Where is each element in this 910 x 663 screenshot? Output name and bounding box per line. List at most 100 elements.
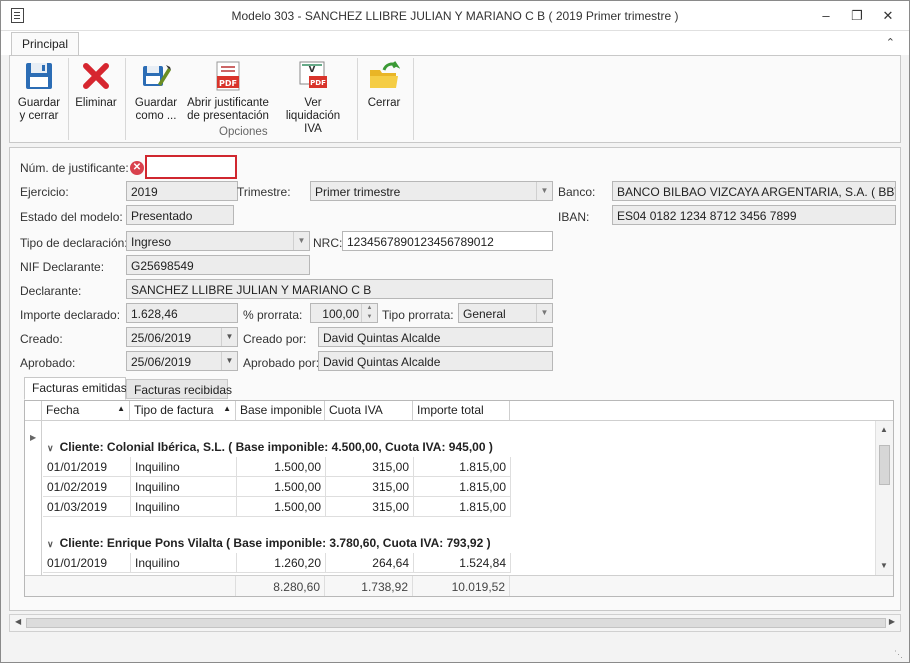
chevron-down-icon: ∨ bbox=[47, 443, 54, 453]
total-base: 8.280,60 bbox=[236, 576, 325, 596]
svg-text:PDF: PDF bbox=[219, 79, 237, 88]
tipo-prorrata-select[interactable]: General ▼ bbox=[458, 303, 553, 323]
invoices-grid: Fecha ▲ Tipo de factura ▲ Base imponible C… bbox=[24, 400, 894, 597]
nrc-label: NRC: bbox=[313, 236, 343, 250]
aprobado-label: Aprobado: bbox=[20, 356, 76, 370]
ver-liquidacion-label: Ver liquidación IVA bbox=[285, 97, 341, 135]
declarante-label: Declarante: bbox=[20, 284, 82, 298]
nrc-input[interactable]: 123456789012345678901​2 bbox=[342, 231, 553, 251]
total-importe: 10.019,52 bbox=[413, 576, 510, 596]
creado-label: Creado: bbox=[20, 332, 63, 346]
declarante-field: SANCHEZ LLIBRE JULIAN Y MARIANO C B bbox=[126, 279, 553, 299]
ribbon: Guardar y cerrar Eliminar Guardar como .… bbox=[9, 55, 901, 143]
banco-field: BANCO BILBAO VIZCAYA ARGENTARIA, S.A. ( … bbox=[612, 181, 896, 201]
row-indicator: ▶ bbox=[25, 421, 42, 575]
pdf-icon: PDF bbox=[212, 60, 244, 92]
prorrata-spinner[interactable]: 100,00 ▲ ▼ bbox=[310, 303, 378, 323]
column-header-cuota[interactable]: Cuota IVA bbox=[325, 401, 413, 421]
form-panel: Núm. de justificante: ✕ Ejercicio: 2019 … bbox=[9, 147, 901, 611]
save-close-label: Guardar y cerrar bbox=[17, 97, 61, 122]
open-justificante-button[interactable]: PDF Abrir justificante de presentación bbox=[186, 60, 270, 123]
aprobado-por-label: Aprobado por: bbox=[243, 356, 320, 370]
aprobado-date[interactable]: 25/06/2019 ▼ bbox=[126, 351, 238, 371]
status-bar: ⋱ bbox=[1, 637, 909, 662]
save-as-icon bbox=[140, 60, 172, 92]
minimize-button[interactable]: – bbox=[816, 7, 836, 25]
aprobado-por-field: David Quintas Alcalde bbox=[318, 351, 553, 371]
num-justificante-input[interactable] bbox=[145, 155, 237, 179]
delete-label: Eliminar bbox=[75, 97, 117, 109]
collapse-ribbon-icon[interactable]: ⌃ bbox=[886, 36, 895, 49]
floppy-disk-icon bbox=[23, 60, 55, 92]
open-justificante-label: Abrir justificante de presentación bbox=[187, 97, 269, 122]
column-header-empty bbox=[510, 401, 893, 421]
chevron-down-icon: ▼ bbox=[221, 352, 237, 370]
aprobado-value: 25/06/2019 bbox=[131, 355, 192, 369]
ejercicio-label: Ejercicio: bbox=[20, 185, 69, 199]
window: Modelo 303 - SANCHEZ LLIBRE JULIAN Y MAR… bbox=[0, 0, 910, 663]
tipo-prorrata-value: General bbox=[463, 307, 506, 321]
importe-label: Importe declarado: bbox=[20, 308, 121, 322]
creado-date[interactable]: 25/06/2019 ▼ bbox=[126, 327, 238, 347]
column-header-fecha[interactable]: Fecha ▲ bbox=[42, 401, 130, 421]
tipo-declaracion-label: Tipo de declaración: bbox=[20, 236, 128, 250]
delete-button[interactable]: Eliminar bbox=[74, 60, 118, 110]
title-bar: Modelo 303 - SANCHEZ LLIBRE JULIAN Y MAR… bbox=[1, 1, 909, 31]
group-row-enrique[interactable]: ∨ Cliente: Enrique Pons Vilalta ( Base im… bbox=[47, 536, 491, 550]
grid-vertical-scrollbar[interactable]: ▲ ▼ bbox=[875, 421, 893, 575]
chevron-down-icon: ▼ bbox=[293, 232, 309, 250]
iban-field: ES04 0182 1234 8712 3456 7899 bbox=[612, 205, 896, 225]
creado-value: 25/06/2019 bbox=[131, 331, 192, 345]
save-as-label: Guardar como ... bbox=[134, 97, 178, 122]
ribbon-tabs: Principal ⌃ bbox=[1, 31, 909, 56]
column-header-base[interactable]: Base imponible bbox=[236, 401, 325, 421]
delete-x-icon bbox=[80, 60, 112, 92]
ver-liquidacion-button[interactable]: V PDF Ver liquidación IVA bbox=[276, 60, 350, 136]
restore-button[interactable]: ❐ bbox=[847, 7, 867, 25]
nif-field: G25698549 bbox=[126, 255, 310, 275]
prorrata-value: 100,00 bbox=[322, 307, 359, 321]
close-button[interactable]: Cerrar bbox=[362, 60, 406, 110]
save-as-button[interactable]: Guardar como ... bbox=[132, 60, 180, 123]
vat-pdf-icon: V PDF bbox=[297, 60, 329, 92]
chevron-down-icon: ▼ bbox=[536, 304, 552, 322]
resize-grip-icon[interactable]: ⋱ bbox=[894, 649, 903, 660]
tab-facturas-recibidas[interactable]: Facturas recibidas bbox=[126, 379, 232, 399]
tab-facturas-emitidas[interactable]: Facturas emitidas bbox=[24, 377, 127, 400]
close-label: Cerrar bbox=[367, 97, 401, 109]
horizontal-scrollbar[interactable]: ◀ ▶ bbox=[9, 614, 901, 632]
grid-totals-row: 8.280,60 1.738,92 10.019,52 bbox=[25, 575, 893, 596]
banco-label: Banco: bbox=[558, 185, 596, 199]
trimestre-select[interactable]: Primer trimestre ▼ bbox=[310, 181, 553, 201]
group-label-opciones: Opciones bbox=[219, 126, 268, 138]
svg-text:PDF: PDF bbox=[310, 79, 326, 87]
grid-corner bbox=[25, 401, 42, 421]
save-close-button[interactable]: Guardar y cerrar bbox=[16, 60, 62, 123]
scroll-thumb[interactable] bbox=[26, 618, 886, 628]
scroll-thumb[interactable] bbox=[879, 445, 890, 485]
creado-por-field: David Quintas Alcalde bbox=[318, 327, 553, 347]
window-title: Modelo 303 - SANCHEZ LLIBRE JULIAN Y MAR… bbox=[231, 9, 679, 23]
tipo-declaracion-value: Ingreso bbox=[131, 235, 172, 249]
column-header-importe[interactable]: Importe total bbox=[413, 401, 510, 421]
folder-exit-icon bbox=[368, 60, 401, 92]
tipo-prorrata-label: Tipo prorrata: bbox=[382, 308, 454, 322]
creado-por-label: Creado por: bbox=[243, 332, 307, 346]
num-justificante-label: Núm. de justificante: bbox=[20, 161, 129, 175]
close-window-button[interactable]: ✕ bbox=[878, 7, 898, 25]
chevron-down-icon: ▼ bbox=[221, 328, 237, 346]
ejercicio-field: 2019 bbox=[126, 181, 238, 201]
spin-icon[interactable]: ▲ ▼ bbox=[361, 304, 377, 322]
chevron-down-icon: ∨ bbox=[47, 539, 54, 549]
trimestre-value: Primer trimestre bbox=[315, 185, 401, 199]
total-cuota: 1.738,92 bbox=[325, 576, 413, 596]
importe-field: 1.628,46 bbox=[126, 303, 238, 323]
svg-text:V: V bbox=[309, 65, 316, 75]
column-header-tipo[interactable]: Tipo de factura ▲ bbox=[130, 401, 236, 421]
tipo-declaracion-select[interactable]: Ingreso ▼ bbox=[126, 231, 310, 251]
iban-label: IBAN: bbox=[558, 210, 590, 224]
estado-label: Estado del modelo: bbox=[20, 210, 123, 224]
tab-principal[interactable]: Principal bbox=[11, 32, 80, 56]
group-row-colonial[interactable]: ∨ Cliente: Colonial Ibérica, S.L. ( Base … bbox=[47, 440, 493, 454]
nif-label: NIF Declarante: bbox=[20, 260, 105, 274]
